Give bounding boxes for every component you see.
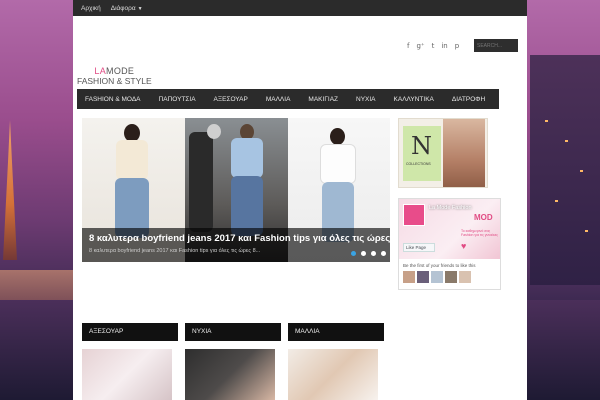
nav-item-diet[interactable]: ΔΙΑΤΡΟΦΗ xyxy=(452,96,485,103)
slider-dot[interactable] xyxy=(351,251,356,256)
nav-item-accessories[interactable]: ΑΞΕΣΟΥΑΡ xyxy=(214,96,248,103)
avatar[interactable] xyxy=(431,271,443,283)
ad-model-photo xyxy=(443,119,485,187)
skyscraper xyxy=(530,55,600,285)
google-plus-icon[interactable]: g⁺ xyxy=(416,42,424,50)
facebook-page-avatar[interactable] xyxy=(403,204,425,226)
river xyxy=(525,300,600,400)
nav-item-shoes[interactable]: ΠΑΠΟΥΤΣΙΑ xyxy=(159,96,196,103)
slide-excerpt: 8 καλυτερα boyfriend jeans 2017 και Fash… xyxy=(89,248,261,254)
site-logo[interactable]: LAMODE FASHION & STYLE xyxy=(77,66,152,86)
avatar[interactable] xyxy=(403,271,415,283)
linkedin-icon[interactable]: in xyxy=(441,42,447,50)
header: LAMODE FASHION & STYLE f g⁺ t in p xyxy=(73,16,527,88)
avatar[interactable] xyxy=(459,271,471,283)
eiffel-tower-shape xyxy=(3,120,17,260)
main-nav: FASHION & ΜΟΔΑ ΠΑΠΟΥΤΣΙΑ ΑΞΕΣΟΥΑΡ ΜΑΛΛΙΑ… xyxy=(77,89,499,109)
site-container: Αρχική Διάφορα ▼ LAMODE FASHION & STYLE f… xyxy=(73,0,527,400)
social-links: f g⁺ t in p xyxy=(407,42,459,50)
river xyxy=(0,300,75,400)
avatar[interactable] xyxy=(445,271,457,283)
facebook-friend-faces xyxy=(403,271,471,283)
slider-dot[interactable] xyxy=(361,251,366,256)
top-link-misc[interactable]: Διάφορα ▼ xyxy=(111,5,143,12)
category-heading-accessories[interactable]: ΑΞΕΣΟΥΑΡ xyxy=(82,323,178,341)
brand-logo: N COLLECTIONS xyxy=(403,126,441,181)
category-thumbnail-hair[interactable] xyxy=(288,349,378,400)
facebook-tagline: Το καθημερινό σας Fashion για τις γυναίκ… xyxy=(461,229,498,237)
top-bar: Αρχική Διάφορα ▼ xyxy=(73,0,527,16)
category-heading-nails[interactable]: ΝΥΧΙΑ xyxy=(185,323,281,341)
twitter-icon[interactable]: t xyxy=(432,42,435,50)
nav-item-fashion[interactable]: FASHION & ΜΟΔΑ xyxy=(85,96,141,103)
avatar[interactable] xyxy=(417,271,429,283)
sidebar-ad-banner[interactable]: N COLLECTIONS xyxy=(398,118,488,188)
facebook-page-widget: La Mode Fashion MOD Το καθημερινό σας Fa… xyxy=(398,198,501,290)
heart-icon: ♥ xyxy=(461,241,467,251)
search-input[interactable] xyxy=(474,39,518,52)
background-left xyxy=(0,0,75,400)
pinterest-icon[interactable]: p xyxy=(455,42,459,50)
facebook-like-button[interactable]: Like Page xyxy=(403,243,435,252)
featured-slider[interactable]: 8 καλυτερα boyfriend jeans 2017 και Fash… xyxy=(82,118,390,262)
nav-item-hair[interactable]: ΜΑΛΛΙΑ xyxy=(266,96,291,103)
facebook-page-name[interactable]: La Mode Fashion xyxy=(429,205,472,211)
nav-item-cosmetics[interactable]: ΚΑΛΛΥΝΤΙΚΑ xyxy=(394,96,434,103)
facebook-icon[interactable]: f xyxy=(407,42,409,50)
slider-dot[interactable] xyxy=(371,251,376,256)
chevron-down-icon: ▼ xyxy=(137,5,143,12)
facebook-friends-text: Be the first of your friends to like thi… xyxy=(403,263,476,268)
nav-item-makeup[interactable]: ΜΑΚΙΓΙΑΖ xyxy=(308,96,338,103)
facebook-brand-text: MOD xyxy=(474,213,493,222)
background-right xyxy=(525,0,600,400)
nav-item-nails[interactable]: ΝΥΧΙΑ xyxy=(356,96,376,103)
category-thumbnail-accessories[interactable] xyxy=(82,349,172,400)
slide-title[interactable]: 8 καλυτερα boyfriend jeans 2017 και Fash… xyxy=(89,233,390,244)
top-link-home[interactable]: Αρχική xyxy=(81,5,101,12)
slide-caption: 8 καλυτερα boyfriend jeans 2017 και Fash… xyxy=(82,228,390,262)
category-thumbnail-nails[interactable] xyxy=(185,349,275,400)
category-heading-hair[interactable]: ΜΑΛΛΙΑ xyxy=(288,323,384,341)
slider-dot[interactable] xyxy=(381,251,386,256)
slider-pagination xyxy=(351,251,386,256)
